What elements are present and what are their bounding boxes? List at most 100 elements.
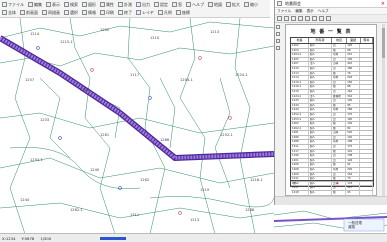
zoom-in-icon[interactable] xyxy=(298,16,303,21)
toolbar-button[interactable]: 選択 xyxy=(64,9,78,16)
toolbar-button[interactable]: 情報 xyxy=(82,9,96,16)
table-cell xyxy=(360,135,374,140)
table-cell: 1244 xyxy=(291,108,309,112)
save-icon[interactable] xyxy=(284,16,289,21)
panel-side-tools xyxy=(275,22,281,50)
zoom-out-icon[interactable] xyxy=(305,16,310,21)
status-bar: X:1234 Y:5678 1/500 xyxy=(0,233,387,242)
layers-icon[interactable] xyxy=(276,39,280,43)
toolbar-button[interactable]: 編集 xyxy=(28,1,42,8)
bookmark-icon[interactable] xyxy=(276,32,280,36)
toolbar-button-label: 地図 xyxy=(214,1,222,7)
table-cell xyxy=(360,71,374,76)
parcel-label: 1213 xyxy=(190,218,200,222)
table-cell: 1203 xyxy=(291,48,309,53)
toolbar-button-label: ファイル xyxy=(8,1,24,7)
toolbar-button-label: レイヤ xyxy=(142,9,154,15)
table-cell: 198 xyxy=(346,140,361,145)
table-cell: 1204-1 xyxy=(291,53,309,57)
footer-mark: ● xyxy=(336,181,339,185)
toolbar-icon xyxy=(28,2,33,7)
table-cell: 1288 xyxy=(291,140,309,145)
table-cell xyxy=(360,172,374,177)
toolbar-button[interactable]: 前画面 xyxy=(20,9,38,16)
parcel-label: 1233 xyxy=(40,118,50,122)
table-cell: 220 xyxy=(346,168,361,172)
table-cell: 個人 xyxy=(309,145,332,149)
search-icon[interactable] xyxy=(326,16,331,21)
table-cell: 1217 xyxy=(291,186,309,190)
toolbar-button[interactable]: 検索 xyxy=(64,1,78,8)
toolbar-button[interactable]: 座標 xyxy=(175,9,190,16)
prev-page-icon[interactable] xyxy=(312,16,317,21)
map-canvas[interactable]: 1214 1215-1 1202 1210 1213 1207 1196 1117 1204-1… xyxy=(0,18,274,234)
map-svg[interactable] xyxy=(0,18,274,234)
table-cell: 1201 xyxy=(291,158,309,163)
toolbar-icon xyxy=(118,10,123,15)
toolbar-button[interactable]: ファイル xyxy=(2,1,24,8)
table-cell: 1213 xyxy=(291,71,309,76)
toolbar-button[interactable]: 縮小 xyxy=(244,1,258,8)
table-cell: 法人 xyxy=(309,94,332,99)
panel-menu-item[interactable]: ファイル xyxy=(277,9,291,14)
table-cell: 186 xyxy=(346,108,361,112)
table-cell: 個人 xyxy=(309,66,332,71)
print-icon[interactable] xyxy=(291,16,296,21)
table-cell: 田 xyxy=(332,66,347,71)
toolbar-button[interactable]: 計測 xyxy=(118,1,132,8)
parcel-label: 1252-1 xyxy=(220,133,233,137)
table-cell: 138 xyxy=(346,154,361,158)
toolbar-icon xyxy=(208,2,213,7)
document-scrollbar[interactable] xyxy=(382,24,385,196)
toolbar-button[interactable]: レイヤ xyxy=(136,9,154,16)
panel-menu-item[interactable]: 表示 xyxy=(307,9,314,14)
toolbar-button[interactable]: 拡大 xyxy=(226,1,240,8)
toolbar-button-label: 情報 xyxy=(88,9,96,15)
table-cell: 215 xyxy=(346,53,361,57)
thumbnail-icon[interactable] xyxy=(276,25,280,29)
table-cell: 個人 xyxy=(309,140,332,145)
status-x: X:1234 xyxy=(2,235,16,241)
table-cell xyxy=(360,163,374,168)
table-cell xyxy=(360,149,374,154)
parcel-label: 1216-1 xyxy=(250,178,263,182)
table-cell: 91 xyxy=(346,163,361,168)
toolbar-button[interactable]: 印刷 xyxy=(100,9,114,16)
toolbar-icon xyxy=(82,2,87,7)
toolbar-button[interactable]: 地図 xyxy=(208,1,222,8)
toolbar-button-label: 再描画 xyxy=(48,9,60,15)
table-cell: 140 xyxy=(346,99,361,103)
toolbar-icon xyxy=(118,2,123,7)
toolbar-icon xyxy=(64,2,69,7)
toolbar-button[interactable]: 図形 xyxy=(82,1,96,8)
table-cell xyxy=(360,94,374,99)
column-header: 面積 xyxy=(347,38,361,43)
close-icon[interactable]: × xyxy=(381,1,385,7)
attachment-icon[interactable] xyxy=(276,46,280,50)
status-scale: 1/500 xyxy=(40,235,52,241)
toolbar-button[interactable]: 全体 xyxy=(2,9,16,16)
toolbar-button[interactable]: 終了 xyxy=(118,9,132,16)
document-title: 地 番 一 覧 表 xyxy=(310,29,352,35)
table-cell: 180 xyxy=(346,66,361,71)
scroll-thumb[interactable] xyxy=(382,28,385,58)
table-cell xyxy=(360,140,374,145)
toolbar-button[interactable]: 再描画 xyxy=(42,9,60,16)
table-cell: 畑 xyxy=(332,103,347,108)
toolbar-button[interactable]: 設定 xyxy=(154,1,168,8)
panel-menu-item[interactable]: ヘルプ xyxy=(318,9,329,14)
toolbar-button[interactable]: 凡例 xyxy=(157,9,172,16)
table-cell xyxy=(360,99,374,103)
toolbar-button[interactable]: ヘルプ xyxy=(186,1,204,8)
toolbar-button[interactable]: 表示 xyxy=(46,1,60,8)
open-icon[interactable] xyxy=(277,16,282,21)
parcel-label: 1204-1 xyxy=(180,78,193,82)
toolbar-button[interactable]: 出力 xyxy=(136,1,150,8)
toolbar-button[interactable]: 属性 xyxy=(100,1,114,8)
panel-menu-item[interactable]: 編集 xyxy=(295,9,302,14)
table-cell: 個人 xyxy=(309,168,332,172)
table-cell: 田 xyxy=(332,57,347,62)
lower-right-map[interactable]: 一般送電 道路 xyxy=(274,205,387,234)
toolbar-button[interactable]: 窓 xyxy=(172,1,182,8)
next-page-icon[interactable] xyxy=(319,16,324,21)
